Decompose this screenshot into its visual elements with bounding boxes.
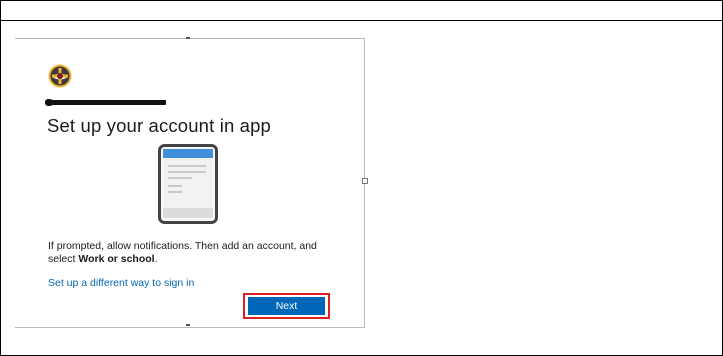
card-side-handle <box>362 178 368 184</box>
different-signin-link[interactable]: Set up a different way to sign in <box>48 277 194 289</box>
instructions-suffix: . <box>154 253 158 265</box>
next-button[interactable]: Next <box>248 297 325 315</box>
organization-logo-icon <box>48 64 72 88</box>
authenticator-phone-icon <box>158 144 218 224</box>
instructions-bold: Work or school <box>78 253 155 265</box>
card-top-tick <box>186 37 190 39</box>
page-title: Set up your account in app <box>47 115 271 136</box>
redacted-account-email <box>45 99 166 106</box>
card-bottom-tick <box>186 324 190 326</box>
instructions-text: If prompted, allow notifications. Then a… <box>48 240 328 266</box>
frame-divider <box>1 20 722 21</box>
